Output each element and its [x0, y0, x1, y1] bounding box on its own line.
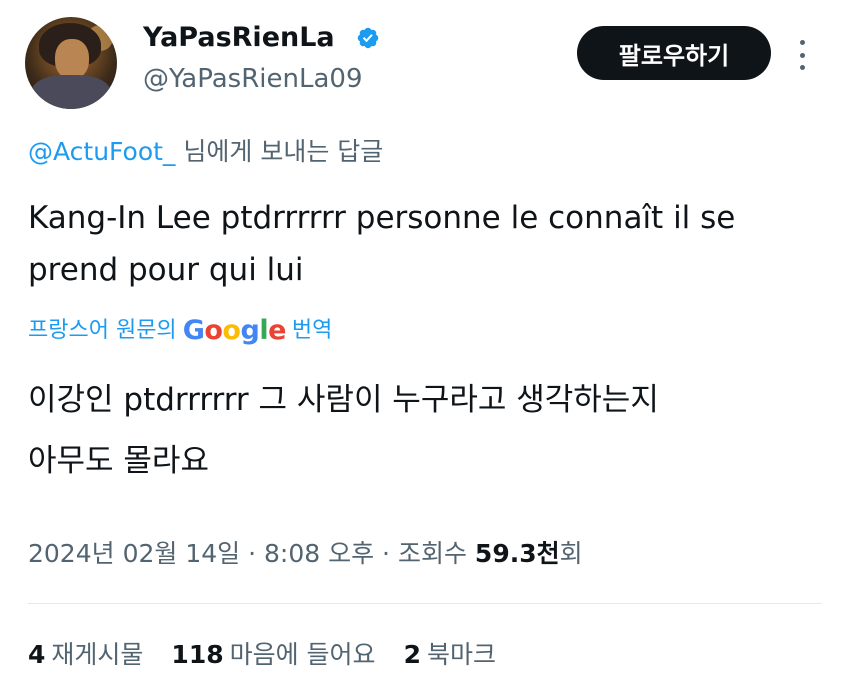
- reposts-label: 재게시물: [51, 640, 144, 669]
- more-vertical-icon[interactable]: [795, 40, 809, 70]
- more-dot: [799, 65, 805, 70]
- tweet-time[interactable]: 8:08 오후: [264, 539, 374, 568]
- more-dot: [799, 40, 805, 45]
- display-name[interactable]: YaPasRienLa: [143, 20, 335, 56]
- likes-stat[interactable]: 118 마음에 들어요: [171, 635, 375, 675]
- follow-button[interactable]: 팔로우하기: [577, 26, 771, 80]
- reply-context: @ActuFoot_ 님에게 보내는 답글: [28, 134, 383, 170]
- views-suffix: 회: [559, 539, 583, 568]
- translated-line: 아무도 몰라요: [28, 443, 209, 479]
- likes-label: 마음에 들어요: [229, 640, 376, 669]
- translated-line: 이강인 ptdrrrrrr 그 사람이 누구라고 생각하는지: [28, 382, 659, 418]
- divider: [28, 603, 822, 604]
- likes-count: 118: [171, 640, 224, 669]
- bookmarks-count: 2: [403, 640, 421, 669]
- user-handle[interactable]: @YaPasRienLa09: [143, 62, 363, 96]
- reply-mention-link[interactable]: @ActuFoot_: [28, 137, 175, 166]
- tweet-date[interactable]: 2024년 02월 14일: [28, 539, 240, 568]
- views-label: 조회수: [397, 539, 467, 568]
- translate-prefix: 프랑스어 원문의: [28, 318, 177, 343]
- views-count: 59.3천: [474, 539, 560, 568]
- translate-suffix: 번역: [291, 318, 333, 343]
- avatar-face: [55, 39, 89, 79]
- avatar-body: [31, 75, 111, 109]
- reposts-stat[interactable]: 4 재게시물: [28, 635, 143, 675]
- tweet-metadata: 2024년 02월 14일 · 8:08 오후 · 조회수 59.3천회: [28, 534, 583, 574]
- avatar[interactable]: [25, 17, 117, 109]
- meta-separator: ·: [248, 539, 257, 568]
- google-logo: Google: [182, 315, 287, 346]
- translation-attribution[interactable]: 프랑스어 원문의 Google 번역: [28, 313, 332, 349]
- engagement-stats: 4 재게시물 118 마음에 들어요 2 북마크: [28, 635, 496, 675]
- reposts-count: 4: [28, 640, 46, 669]
- reply-suffix: 님에게 보내는 답글: [175, 137, 384, 166]
- bookmarks-label: 북마크: [426, 640, 496, 669]
- bookmarks-stat[interactable]: 2 북마크: [404, 635, 496, 675]
- tweet-text: Kang-In Lee ptdrrrrrr personne le connaî…: [28, 200, 736, 288]
- translated-text: 이강인 ptdrrrrrr 그 사람이 누구라고 생각하는지 아무도 몰라요: [28, 370, 828, 492]
- verified-badge-icon: [357, 27, 379, 49]
- meta-separator: ·: [382, 539, 390, 568]
- more-dot: [799, 52, 805, 58]
